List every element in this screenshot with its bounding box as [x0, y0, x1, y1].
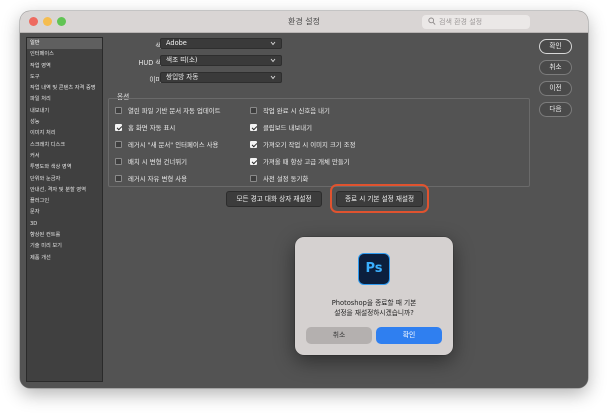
sidebar-item-technology-previews[interactable]: 기술 미리 보기 [27, 241, 102, 252]
chevron-down-icon [270, 58, 276, 63]
sidebar-item-general[interactable]: 일반 [27, 38, 102, 50]
search-box[interactable] [422, 15, 530, 29]
sidebar-item-file-handling[interactable]: 파일 처리 [27, 94, 102, 105]
sidebar-item-guides[interactable]: 안내선, 격자 및 분할 영역 [27, 185, 102, 196]
confirm-dialog: Ps Photoshop을 종료할 때 기본 설정을 재설정하시겠습니까? 취소… [295, 237, 453, 355]
dialog-message-line1: Photoshop을 종료할 때 기본 [331, 299, 417, 307]
option-label: 사전 설정 동기화 [263, 175, 309, 183]
sidebar-item-enhanced-controls[interactable]: 향상된 컨트롤 [27, 230, 102, 241]
sidebar-item-performance[interactable]: 성능 [27, 117, 102, 128]
option-checkbox[interactable] [115, 107, 122, 114]
option-checkbox[interactable] [115, 124, 122, 131]
next-button[interactable]: 다음 [539, 102, 572, 117]
search-input[interactable] [439, 16, 527, 28]
sidebar-item-3d[interactable]: 3D [27, 219, 102, 230]
option-label: 배치 시 변형 건너뛰기 [128, 158, 188, 166]
sidebar-item-scratch-disks[interactable]: 스크래치 디스크 [27, 140, 102, 151]
hud-picker-select[interactable]: 색조 띠(소) [160, 55, 282, 66]
sidebar-item-type[interactable]: 문자 [27, 207, 102, 218]
option-label: 클립보드 내보내기 [263, 124, 313, 132]
sidebar-item-export[interactable]: 내보내기 [27, 106, 102, 117]
chevron-down-icon [270, 41, 276, 46]
option-checkbox[interactable] [250, 158, 257, 165]
sidebar-item-interface[interactable]: 인터페이스 [27, 49, 102, 60]
option-checkbox[interactable] [250, 124, 257, 131]
prev-button[interactable]: 이전 [539, 81, 572, 96]
sidebar-item-transparency[interactable]: 투명도와 색상 영역 [27, 162, 102, 173]
sidebar-item-workspace[interactable]: 작업 영역 [27, 61, 102, 72]
option-checkbox[interactable] [250, 107, 257, 114]
color-picker-value: Adobe [166, 39, 187, 47]
interpolation-value: 쌍입방 자동 [166, 73, 199, 81]
option-label: 홈 화면 자동 표시 [128, 124, 176, 132]
reset-on-quit-highlight [330, 184, 429, 213]
search-icon [428, 17, 436, 25]
option-label: 레거시 자유 변형 사용 [128, 175, 188, 183]
chevron-down-icon [270, 75, 276, 80]
option-label: 열린 파일 기반 문서 자동 업데이트 [128, 107, 221, 115]
sidebar-item-product-improvement[interactable]: 제품 개선 [27, 253, 102, 264]
sidebar-item-plugins[interactable]: 플러그인 [27, 196, 102, 207]
option-label: 가져올 때 항상 고급 개체 만들기 [263, 158, 350, 166]
reset-warnings-button[interactable]: 모든 경고 대화 상자 재설정 [226, 191, 322, 207]
sidebar-item-history[interactable]: 작업 내역 및 콘텐츠 자격 증명 [27, 83, 102, 94]
title-bar: 환경 설정 [20, 11, 588, 33]
ok-button[interactable]: 확인 [539, 39, 572, 54]
option-checkbox[interactable] [115, 141, 122, 148]
photoshop-app-icon: Ps [358, 253, 390, 285]
dialog-message-line2: 설정을 재설정하시겠습니까? [334, 309, 414, 317]
option-checkbox[interactable] [115, 175, 122, 182]
option-label: 작업 완료 시 신호음 내기 [263, 107, 330, 115]
interpolation-select[interactable]: 쌍입방 자동 [160, 72, 282, 83]
option-checkbox[interactable] [250, 175, 257, 182]
sidebar: 일반 인터페이스 작업 영역 도구 작업 내역 및 콘텐츠 자격 증명 파일 처… [26, 37, 103, 382]
option-checkbox[interactable] [250, 141, 257, 148]
hud-picker-value: 색조 띠(소) [166, 56, 198, 64]
options-group: 열린 파일 기반 문서 자동 업데이트 홈 화면 자동 표시 레거시 "새 문서… [108, 98, 530, 187]
option-label: 레거시 "새 문서" 인터페이스 사용 [128, 141, 219, 149]
option-checkbox[interactable] [115, 158, 122, 165]
sidebar-item-tools[interactable]: 도구 [27, 72, 102, 83]
cancel-button[interactable]: 취소 [539, 60, 572, 75]
color-picker-select[interactable]: Adobe [160, 38, 282, 49]
dialog-cancel-button[interactable]: 취소 [306, 327, 372, 344]
sidebar-item-image-processing[interactable]: 이미지 처리 [27, 128, 102, 139]
dialog-confirm-button[interactable]: 확인 [376, 327, 442, 344]
sidebar-item-cursors[interactable]: 커서 [27, 151, 102, 162]
option-label: 가져오기 작업 시 이미지 크기 조정 [263, 141, 356, 149]
sidebar-item-units[interactable]: 단위와 눈금자 [27, 174, 102, 185]
